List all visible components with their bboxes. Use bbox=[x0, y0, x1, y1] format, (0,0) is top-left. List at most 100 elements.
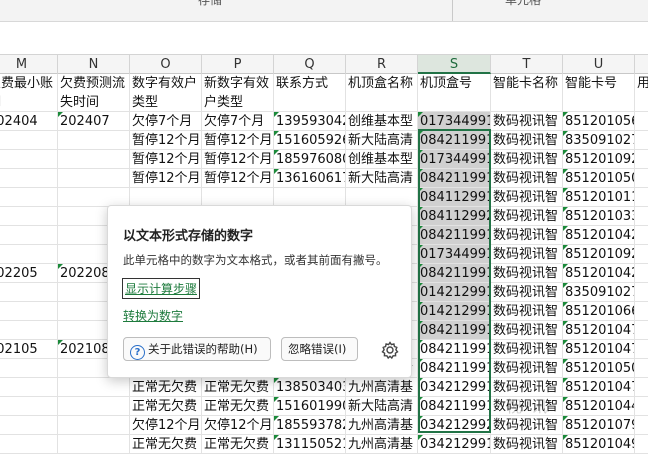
table-cell[interactable]: 0142129910 bbox=[418, 283, 491, 302]
table-cell[interactable]: 8512010928 bbox=[563, 245, 635, 264]
table-cell[interactable]: 数码视讯智 bbox=[491, 435, 563, 454]
table-cell[interactable] bbox=[58, 435, 130, 454]
table-cell[interactable]: 13959304246 bbox=[274, 112, 346, 131]
table-cell[interactable]: 数码视讯智 bbox=[491, 226, 563, 245]
table-cell[interactable] bbox=[635, 112, 648, 131]
table-cell[interactable]: 九州高清基 bbox=[346, 416, 418, 435]
table-cell[interactable] bbox=[635, 150, 648, 169]
table-cell[interactable] bbox=[0, 397, 58, 416]
table-cell[interactable]: 正常无欠费 bbox=[130, 435, 202, 454]
table-cell[interactable]: 数码视讯智 bbox=[491, 169, 563, 188]
table-cell[interactable] bbox=[0, 226, 58, 245]
header-cell[interactable]: 用户 bbox=[635, 74, 648, 112]
table-cell[interactable]: 15160199016 bbox=[274, 397, 346, 416]
table-cell[interactable]: 0173449913 bbox=[418, 150, 491, 169]
table-cell[interactable] bbox=[58, 397, 130, 416]
column-header-o[interactable]: O bbox=[130, 55, 202, 74]
table-cell[interactable] bbox=[635, 435, 648, 454]
table-cell[interactable] bbox=[635, 340, 648, 359]
table-cell[interactable]: 202407 bbox=[58, 112, 130, 131]
table-cell[interactable]: 18597608012 bbox=[274, 150, 346, 169]
table-cell[interactable]: 0142129911 bbox=[418, 302, 491, 321]
table-cell[interactable] bbox=[635, 245, 648, 264]
table-cell[interactable]: 创维基本型 bbox=[346, 112, 418, 131]
gear-icon[interactable] bbox=[380, 340, 400, 360]
table-cell[interactable]: 正常无欠费 bbox=[130, 397, 202, 416]
table-cell[interactable]: 8512010336 bbox=[563, 207, 635, 226]
table-cell[interactable]: 0842119912 bbox=[418, 321, 491, 340]
column-header-v[interactable]: V bbox=[635, 55, 648, 74]
table-cell[interactable]: 数码视讯智 bbox=[491, 245, 563, 264]
table-cell[interactable] bbox=[58, 416, 130, 435]
table-cell[interactable] bbox=[0, 359, 58, 378]
table-cell[interactable]: 0842119913 bbox=[418, 340, 491, 359]
table-cell[interactable]: 0342129927 bbox=[418, 416, 491, 435]
table-cell[interactable] bbox=[58, 378, 130, 397]
header-cell[interactable]: 智能卡号 bbox=[563, 74, 635, 112]
table-cell[interactable]: 8512010427 bbox=[563, 226, 635, 245]
table-cell[interactable]: 欠停12个月 bbox=[202, 416, 274, 435]
table-cell[interactable]: 8512010446 bbox=[563, 397, 635, 416]
table-cell[interactable] bbox=[635, 416, 648, 435]
table-cell[interactable]: 欠停7个月 bbox=[202, 112, 274, 131]
table-cell[interactable]: 正常无欠费 bbox=[202, 435, 274, 454]
table-cell[interactable] bbox=[635, 321, 648, 340]
table-cell[interactable]: 数码视讯智 bbox=[491, 321, 563, 340]
table-cell[interactable] bbox=[58, 169, 130, 188]
table-cell[interactable] bbox=[0, 416, 58, 435]
table-cell[interactable]: 数码视讯智 bbox=[491, 302, 563, 321]
header-cell[interactable]: 联系方式 bbox=[274, 74, 346, 112]
table-cell[interactable]: 8512010661 bbox=[563, 302, 635, 321]
table-cell[interactable]: 8512010475 bbox=[563, 378, 635, 397]
table-cell[interactable]: 0842119912 bbox=[418, 131, 491, 150]
table-cell[interactable] bbox=[635, 226, 648, 245]
table-cell[interactable]: 0841129915 bbox=[418, 188, 491, 207]
table-cell[interactable] bbox=[635, 188, 648, 207]
table-cell[interactable]: 8512010923 bbox=[563, 150, 635, 169]
table-cell[interactable] bbox=[635, 302, 648, 321]
table-cell[interactable] bbox=[635, 378, 648, 397]
column-header-t[interactable]: T bbox=[491, 55, 563, 74]
table-cell[interactable]: 数码视讯智 bbox=[491, 416, 563, 435]
table-cell[interactable]: 数码视讯智 bbox=[491, 150, 563, 169]
table-cell[interactable] bbox=[0, 169, 58, 188]
table-cell[interactable]: 13115052118 bbox=[274, 435, 346, 454]
table-cell[interactable]: 8350910270 bbox=[563, 283, 635, 302]
table-cell[interactable] bbox=[635, 264, 648, 283]
error-help-button[interactable]: ? 关于此错误的帮助(H) bbox=[123, 337, 271, 361]
table-cell[interactable]: 0342129918 bbox=[418, 435, 491, 454]
table-cell[interactable]: 8512010797 bbox=[563, 416, 635, 435]
table-cell[interactable] bbox=[635, 169, 648, 188]
show-calculation-steps-link[interactable]: 显示计算步骤 bbox=[122, 278, 201, 299]
table-cell[interactable]: 0842119916 bbox=[418, 397, 491, 416]
table-cell[interactable]: 0342129915 bbox=[418, 378, 491, 397]
column-header-q[interactable]: Q bbox=[274, 55, 346, 74]
table-cell[interactable]: 数码视讯智 bbox=[491, 264, 563, 283]
table-cell[interactable]: 欠停12个月 bbox=[130, 416, 202, 435]
table-cell[interactable]: 8512010498 bbox=[563, 435, 635, 454]
table-cell[interactable]: 0842119914 bbox=[418, 359, 491, 378]
table-cell[interactable]: 数码视讯智 bbox=[491, 397, 563, 416]
table-cell[interactable] bbox=[0, 302, 58, 321]
table-cell[interactable]: 202105 bbox=[0, 340, 58, 359]
table-cell[interactable]: 数码视讯智 bbox=[491, 207, 563, 226]
table-cell[interactable]: 15160592678 bbox=[274, 131, 346, 150]
table-cell[interactable] bbox=[0, 378, 58, 397]
column-header-r[interactable]: R bbox=[346, 55, 418, 74]
table-cell[interactable] bbox=[0, 188, 58, 207]
table-cell[interactable]: 13850340315 bbox=[274, 378, 346, 397]
table-cell[interactable]: 8512010473 bbox=[563, 340, 635, 359]
table-cell[interactable]: 暂停12个月 bbox=[202, 131, 274, 150]
column-header-m[interactable]: M bbox=[0, 55, 58, 74]
table-cell[interactable]: 暂停12个月 bbox=[202, 150, 274, 169]
table-cell[interactable]: 8512010429 bbox=[563, 264, 635, 283]
header-cell[interactable]: 欠费预测流失时间 bbox=[58, 74, 130, 112]
table-cell[interactable] bbox=[0, 207, 58, 226]
table-cell[interactable]: 8350910273 bbox=[563, 131, 635, 150]
header-cell[interactable]: 机顶盒号 bbox=[418, 74, 491, 112]
table-cell[interactable] bbox=[58, 150, 130, 169]
table-cell[interactable]: 正常无欠费 bbox=[202, 378, 274, 397]
table-cell[interactable]: 0173449918 bbox=[418, 245, 491, 264]
table-cell[interactable]: 0842119919 bbox=[418, 264, 491, 283]
table-cell[interactable]: 0841129926 bbox=[418, 207, 491, 226]
